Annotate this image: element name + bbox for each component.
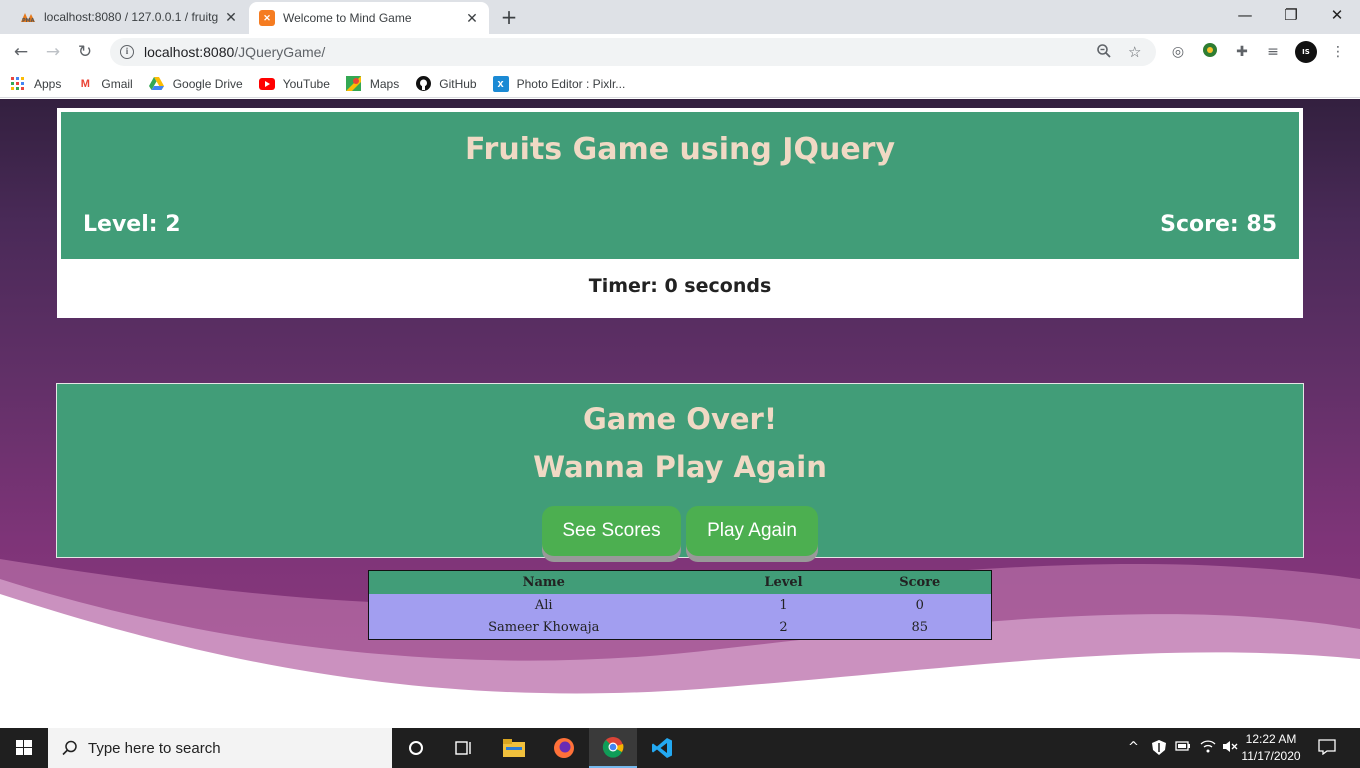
task-view-icon[interactable]	[440, 728, 488, 768]
new-tab-button[interactable]: +	[498, 6, 520, 28]
forward-arrow-icon[interactable]: →	[41, 40, 65, 64]
back-arrow-icon[interactable]: ←	[9, 40, 33, 64]
defender-shield-icon[interactable]	[1152, 740, 1166, 759]
cell-score: 0	[848, 593, 992, 617]
address-bar[interactable]: i localhost:8080/JQueryGame/ ☆	[110, 38, 1156, 66]
reload-icon[interactable]: ↻	[73, 40, 97, 64]
cell-level: 1	[718, 593, 849, 617]
google-drive-icon	[149, 76, 165, 92]
vscode-icon[interactable]	[638, 728, 686, 768]
youtube-icon	[258, 76, 275, 92]
svg-text:PMA: PMA	[22, 18, 35, 23]
battery-icon[interactable]	[1175, 740, 1191, 756]
github-icon	[415, 76, 431, 92]
cell-score: 85	[848, 616, 992, 640]
browser-toolbar: ← → ↻ i localhost:8080/JQueryGame/ ☆ ◎ ✚…	[0, 34, 1360, 70]
bookmark-youtube[interactable]: YouTube	[258, 76, 330, 92]
site-info-icon[interactable]: i	[120, 45, 134, 59]
play-again-button[interactable]: Play Again	[686, 506, 818, 556]
clock-time: 12:22 AM	[1245, 732, 1297, 746]
tab-title: Welcome to Mind Game	[283, 11, 412, 25]
column-header-level: Level	[718, 570, 849, 594]
chrome-icon[interactable]	[589, 728, 637, 768]
bookmark-star-icon[interactable]: ☆	[1128, 43, 1141, 61]
bookmark-label: Apps	[34, 76, 62, 91]
file-explorer-icon[interactable]	[490, 728, 538, 768]
scores-table: Name Level Score Ali 1 0 Sameer Khowaja …	[368, 570, 992, 640]
chevron-up-icon[interactable]: ^	[1128, 740, 1139, 755]
cell-level: 2	[718, 616, 849, 640]
page-title: Fruits Game using JQuery	[464, 132, 896, 167]
game-over-panel: Game Over! Wanna Play Again See Scores P…	[56, 383, 1304, 558]
taskbar-search-box[interactable]: Type here to search	[48, 728, 392, 768]
bookmark-label: YouTube	[282, 76, 330, 91]
bookmark-apps[interactable]: Apps	[10, 76, 61, 92]
notification-icon[interactable]	[1318, 739, 1336, 759]
wifi-icon[interactable]	[1200, 740, 1216, 757]
bookmark-label: GitHub	[439, 76, 477, 91]
bookmark-maps[interactable]: Maps	[346, 76, 399, 92]
clock-date: 11/17/2020	[1241, 749, 1301, 763]
game-over-heading: Game Over!	[582, 402, 778, 436]
table-header-row: Name Level Score	[368, 570, 992, 594]
bookmark-label: Maps	[369, 76, 400, 91]
bookmark-label: Photo Editor : Pixlr...	[516, 76, 626, 91]
extension-globe-icon[interactable]	[1200, 42, 1220, 62]
bookmark-gmail[interactable]: M Gmail	[77, 76, 133, 92]
url-text: localhost:8080/JQueryGame/	[144, 44, 326, 60]
apps-grid-icon	[10, 76, 26, 92]
windows-start-button[interactable]	[0, 728, 48, 768]
see-scores-button[interactable]: See Scores	[542, 506, 681, 556]
bookmark-github[interactable]: GitHub	[415, 76, 477, 92]
media-control-icon[interactable]: ≡	[1263, 42, 1283, 62]
game-header-panel: Fruits Game using JQuery Level: 2 Score:…	[57, 108, 1303, 318]
extension-circle-icon[interactable]: ◎	[1168, 42, 1188, 62]
score-indicator: Score: 85	[1160, 212, 1277, 237]
zoom-icon[interactable]	[1096, 43, 1112, 63]
restore-button[interactable]: ❐	[1276, 4, 1306, 26]
phpmyadmin-icon: PMA	[20, 9, 36, 25]
more-menu-icon[interactable]: ⋮	[1328, 42, 1348, 62]
windows-taskbar: Type here to search ^ 12:22 AM 11/17/202…	[0, 728, 1360, 768]
firefox-icon[interactable]	[540, 728, 588, 768]
table-row: Sameer Khowaja 2 85	[368, 616, 992, 640]
bookmark-label: Google Drive	[172, 76, 243, 91]
minimize-button[interactable]: —	[1230, 4, 1260, 26]
close-tab-icon[interactable]: ✕	[222, 8, 240, 26]
xampp-icon: ✕	[259, 10, 275, 26]
cell-name: Sameer Khowaja	[368, 616, 719, 640]
browser-tab-strip: PMA localhost:8080 / 127.0.0.1 / fruitg …	[0, 0, 1360, 34]
profile-avatar[interactable]: IS	[1295, 41, 1317, 63]
speaker-muted-icon[interactable]	[1222, 740, 1238, 757]
timer-display: Timer: 0 seconds	[588, 275, 772, 297]
pixlr-icon: x	[492, 75, 509, 92]
level-indicator: Level: 2	[83, 212, 181, 237]
close-tab-icon[interactable]: ✕	[463, 9, 481, 27]
table-row: Ali 1 0	[368, 593, 992, 617]
tab-phpmyadmin[interactable]: PMA localhost:8080 / 127.0.0.1 / fruitg …	[8, 0, 248, 34]
bookmark-label: Gmail	[101, 76, 133, 91]
search-placeholder: Type here to search	[88, 739, 221, 757]
cell-name: Ali	[368, 593, 719, 617]
search-icon	[62, 740, 77, 756]
game-header-banner: Fruits Game using JQuery Level: 2 Score:…	[61, 112, 1299, 259]
extensions-puzzle-icon[interactable]: ✚	[1232, 42, 1252, 62]
bookmark-pixlr[interactable]: x Photo Editor : Pixlr...	[492, 75, 626, 92]
gmail-icon: M	[80, 77, 90, 90]
system-clock[interactable]: 12:22 AM 11/17/2020	[1240, 731, 1302, 765]
page-viewport: Fruits Game using JQuery Level: 2 Score:…	[0, 99, 1360, 728]
bookmark-google-drive[interactable]: Google Drive	[149, 76, 243, 92]
maps-icon	[346, 76, 362, 92]
tab-title: localhost:8080 / 127.0.0.1 / fruitg	[44, 10, 219, 24]
tab-mind-game[interactable]: ✕ Welcome to Mind Game ✕	[249, 2, 489, 34]
windows-logo-icon	[16, 740, 32, 755]
bookmarks-bar: Apps M Gmail Google Drive YouTube Maps G…	[0, 70, 1360, 98]
column-header-name: Name	[368, 570, 719, 594]
column-header-score: Score	[848, 570, 992, 594]
cortana-icon[interactable]	[392, 728, 440, 768]
close-window-button[interactable]: ✕	[1322, 4, 1352, 26]
play-again-prompt: Wanna Play Again	[533, 450, 827, 484]
